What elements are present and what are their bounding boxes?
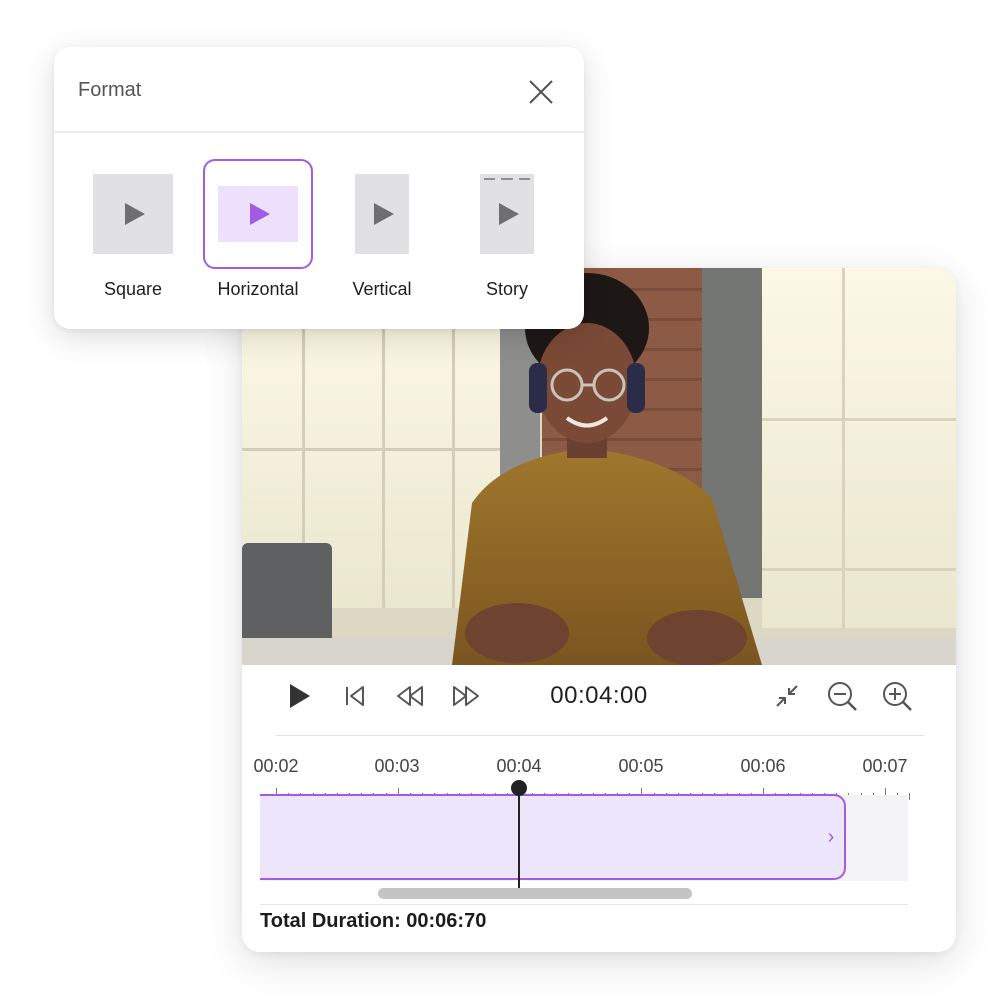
panel-divider (54, 131, 584, 133)
tile-frame (78, 159, 188, 269)
playhead-handle[interactable] (511, 780, 527, 796)
collapse-button[interactable] (772, 681, 802, 711)
tile-frame (327, 159, 437, 269)
option-label: Vertical (352, 279, 412, 299)
chevron-right-icon[interactable]: › (822, 796, 840, 878)
tick-label: 00:06 (740, 756, 786, 776)
close-icon (529, 80, 553, 104)
format-option-story[interactable]: Story (448, 157, 566, 307)
collapse-icon (776, 685, 798, 707)
playback-controls: 00:04:00 (242, 665, 956, 735)
play-icon (125, 203, 145, 225)
scrollbar-thumb[interactable] (378, 888, 692, 899)
playhead-line[interactable] (518, 788, 520, 898)
tick-label: 00:07 (862, 756, 908, 776)
panel-title: Format (78, 79, 142, 101)
play-icon (374, 203, 394, 225)
zoom-in-icon (883, 682, 912, 711)
format-option-vertical[interactable]: Vertical (323, 157, 441, 307)
video-editor-card: 00:04:00 00:02 00:03 00:04 00:05 00:06 0… (242, 268, 956, 952)
rewind-icon (397, 686, 423, 706)
zoom-in-button[interactable] (880, 679, 914, 713)
zoom-out-button[interactable] (825, 679, 859, 713)
fast-forward-button[interactable] (450, 681, 482, 711)
option-label: Square (103, 279, 163, 299)
rewind-button[interactable] (394, 681, 426, 711)
timeline-divider (260, 904, 908, 905)
horizontal-thumbnail (218, 186, 298, 242)
fast-forward-icon (453, 686, 479, 706)
tick-label: 00:02 (253, 756, 299, 776)
tick-label: 00:03 (374, 756, 420, 776)
close-button[interactable] (524, 75, 558, 109)
play-button[interactable] (286, 679, 314, 713)
skip-to-start-button[interactable] (342, 681, 368, 711)
vertical-thumbnail (355, 174, 409, 254)
format-option-horizontal[interactable]: Horizontal (199, 157, 317, 307)
story-thumbnail (480, 174, 534, 254)
current-time: 00:04:00 (550, 682, 648, 709)
tick-label: 00:05 (618, 756, 664, 776)
option-label: Horizontal (217, 279, 299, 299)
ruler-tick (909, 793, 911, 800)
format-panel: Format Square Horizontal Vertical Story (54, 47, 584, 329)
play-icon (290, 684, 310, 708)
tile-frame (203, 159, 313, 269)
skip-to-start-icon (346, 686, 364, 706)
option-label: Story (485, 279, 528, 299)
total-duration: Total Duration: 00:06:70 (260, 910, 487, 932)
square-thumbnail (93, 174, 173, 254)
tick-label: 00:04 (496, 756, 542, 776)
tile-frame (452, 159, 562, 269)
video-clip[interactable]: › (260, 794, 846, 880)
format-option-square[interactable]: Square (74, 157, 192, 307)
zoom-out-icon (828, 682, 857, 711)
story-progress-dashes (484, 178, 530, 180)
timeline[interactable]: 00:02 00:03 00:04 00:05 00:06 00:07 › (242, 736, 956, 906)
play-icon (250, 203, 270, 225)
play-icon (499, 203, 519, 225)
